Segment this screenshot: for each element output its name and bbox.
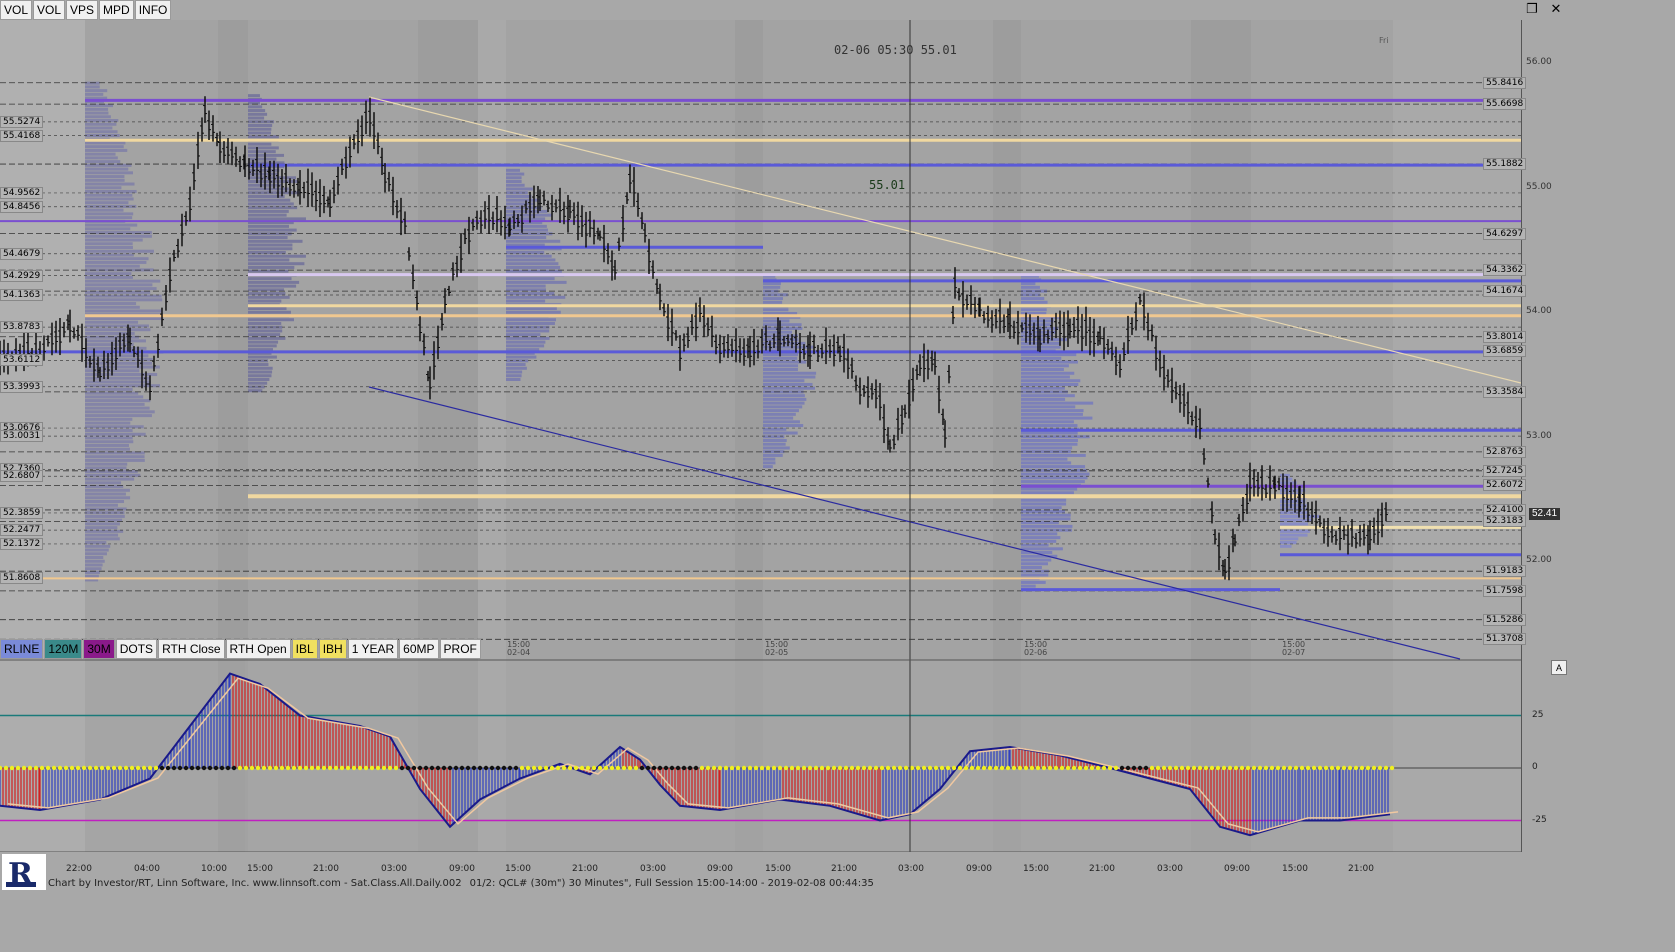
bottom-60mp-button[interactable]: 60MP: [399, 639, 439, 659]
time-tick: 15:00: [505, 864, 531, 874]
level-tag: 54.2929: [0, 269, 44, 282]
level-tag: 53.8783: [0, 321, 44, 334]
status-credit: Chart by Investor/RT, Linn Software, Inc…: [48, 878, 462, 889]
session-label: 15:00 02-05: [765, 641, 788, 657]
level-tag: 51.5286: [1483, 613, 1527, 626]
session-label: 15:00 02-07: [1282, 641, 1305, 657]
indicator-tick: 25: [1532, 709, 1544, 720]
time-tick: 22:00: [66, 864, 92, 874]
session-label: 15:00 02-04: [507, 641, 530, 657]
level-tag: 52.2477: [0, 524, 44, 537]
session-date: 02-07: [1282, 648, 1306, 657]
time-tick: 09:00: [707, 864, 733, 874]
restore-icon[interactable]: ❐: [1520, 0, 1544, 18]
crosshair-price-label: 55.01: [869, 178, 906, 192]
session-date: 02-06: [1024, 648, 1048, 657]
bottom-dots-button[interactable]: DOTS: [115, 639, 158, 659]
level-tag: 53.6859: [1483, 345, 1527, 358]
level-tag: 51.3708: [1483, 633, 1527, 646]
level-tag: 51.7598: [1483, 584, 1527, 597]
bottom-prof-button[interactable]: PROF: [439, 639, 481, 659]
bottom-toolbar: RLINE 120M 30M DOTS RTH Close RTH Open IBL IBH 1…: [0, 639, 482, 659]
level-tag: 52.8763: [1483, 445, 1527, 458]
session-date: 02-04: [507, 648, 531, 657]
time-axis[interactable]: 22:00 04:00 10:00 15:00 21:00 03:00 09:00 15:00…: [0, 852, 1521, 876]
bottom-ibl-button[interactable]: IBL: [291, 639, 318, 659]
time-tick: 15:00: [1023, 864, 1049, 874]
indicator-a-button[interactable]: A: [1551, 660, 1567, 675]
level-tag: 53.8014: [1483, 330, 1527, 343]
time-tick: 15:00: [247, 864, 273, 874]
price-tick: 54.00: [1526, 306, 1552, 316]
time-tick: 03:00: [640, 864, 666, 874]
time-tick: 21:00: [313, 864, 339, 874]
indicator-axis[interactable]: 25 0 -25: [1521, 660, 1569, 852]
level-tag: 52.7245: [1483, 464, 1527, 477]
bottom-120m-button[interactable]: 120M: [44, 639, 83, 659]
time-tick: 21:00: [1089, 864, 1115, 874]
price-tick: 56.00: [1526, 57, 1552, 67]
linn-logo-icon: R: [2, 854, 46, 890]
level-tag: 52.6072: [1483, 479, 1527, 492]
window-controls: ❐ ✕: [1520, 0, 1568, 18]
level-tag: 52.3183: [1483, 515, 1527, 528]
level-tag: 52.6807: [0, 470, 44, 483]
status-bar: Chart by Investor/RT, Linn Software, Inc…: [48, 876, 874, 891]
last-price-tag: 52.41: [1529, 508, 1561, 520]
level-tag: 54.1363: [0, 289, 44, 302]
time-tick: 03:00: [381, 864, 407, 874]
time-tick: 09:00: [966, 864, 992, 874]
level-tag: 55.8416: [1483, 76, 1527, 89]
time-tick: 15:00: [765, 864, 791, 874]
level-tag: 55.5274: [0, 115, 44, 128]
level-tag: 52.4100: [1483, 503, 1527, 516]
bottom-rth-close-button[interactable]: RTH Close: [158, 639, 225, 659]
time-tick: 15:00: [1282, 864, 1308, 874]
level-tag: 52.1372: [0, 537, 44, 550]
level-tag: 54.3362: [1483, 264, 1527, 277]
level-tag: 54.9562: [0, 186, 44, 199]
time-tick: 03:00: [898, 864, 924, 874]
price-chart[interactable]: [0, 0, 1521, 852]
crosshair-readout: 02-06 05:30 55.01: [834, 43, 957, 57]
indicator-tick: 0: [1532, 762, 1538, 772]
price-tick: 52.00: [1526, 555, 1552, 565]
time-tick: 09:00: [449, 864, 475, 874]
level-tag: 54.8456: [0, 200, 44, 213]
bottom-rth-open-button[interactable]: RTH Open: [225, 639, 291, 659]
day-label: Fri: [1379, 36, 1389, 45]
bottom-30m-button[interactable]: 30M: [83, 639, 115, 659]
level-tag: 51.8608: [0, 572, 44, 585]
level-tag: 55.4168: [0, 129, 44, 142]
level-tag: 51.9183: [1483, 565, 1527, 578]
level-tag: 53.3584: [1483, 385, 1527, 398]
time-tick: 09:00: [1224, 864, 1250, 874]
status-info: 01/2: QCL# (30m") 30 Minutes", Full Sess…: [469, 878, 874, 889]
level-tag: 52.3859: [0, 506, 44, 519]
level-tag: 54.6297: [1483, 227, 1527, 240]
level-tag: 53.0031: [0, 430, 44, 443]
bottom-rline-button[interactable]: RLINE: [0, 639, 44, 659]
level-tag: 53.3993: [0, 380, 44, 393]
indicator-tick: -25: [1532, 814, 1547, 825]
level-tag: 55.1882: [1483, 158, 1527, 171]
session-label: 15:00 02-06: [1024, 641, 1047, 657]
bottom-1-year-button[interactable]: 1 YEAR: [347, 639, 399, 659]
time-tick: 21:00: [1348, 864, 1374, 874]
level-tag: 54.4679: [0, 247, 44, 260]
session-date: 02-05: [765, 648, 789, 657]
close-icon[interactable]: ✕: [1544, 0, 1568, 18]
time-tick: 10:00: [201, 864, 227, 874]
time-tick: 21:00: [572, 864, 598, 874]
time-tick: 04:00: [134, 864, 160, 874]
price-axis[interactable]: 56.00 55.00 54.00 53.00 52.00: [1521, 20, 1569, 660]
time-tick: 21:00: [831, 864, 857, 874]
level-tag: 55.6698: [1483, 98, 1527, 111]
time-tick: 03:00: [1157, 864, 1183, 874]
bottom-ibh-button[interactable]: IBH: [318, 639, 347, 659]
price-tick: 55.00: [1526, 181, 1552, 192]
price-tick: 53.00: [1526, 430, 1552, 441]
level-tag: 54.1674: [1483, 285, 1527, 298]
level-tag: 53.6112: [0, 354, 44, 367]
